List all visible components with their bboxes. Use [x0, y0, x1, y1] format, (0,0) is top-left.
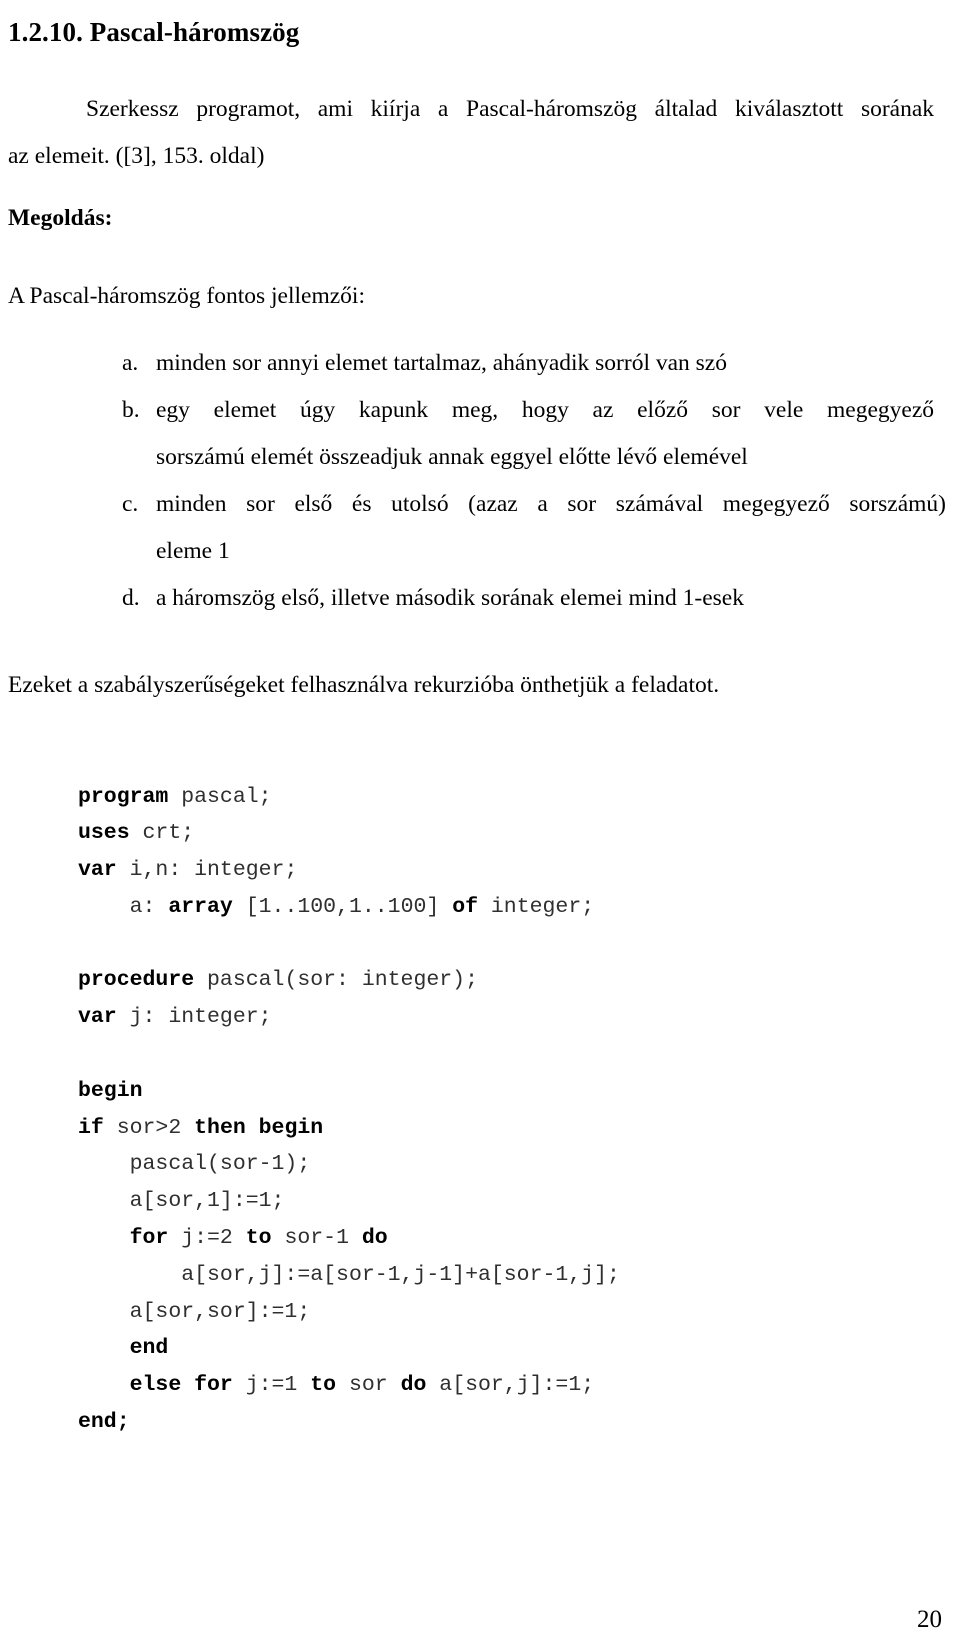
list-item-text: minden sor annyi elemet tartalmaz, ahány…	[156, 340, 950, 387]
code-keyword: do	[400, 1373, 427, 1398]
code-keyword: for	[129, 1226, 169, 1251]
code-keyword: begin	[78, 1078, 143, 1103]
code-keyword: to	[310, 1373, 337, 1398]
code-keyword: procedure	[78, 968, 195, 993]
list-item-line: egy elemet úgy kapunk meg, hogy az előző…	[156, 397, 934, 423]
code-identifier: pascal(sor: integer);	[194, 968, 478, 993]
code-keyword: program	[78, 784, 169, 809]
code-keyword: then begin	[194, 1115, 324, 1140]
code-identifier: j: integer;	[116, 1005, 272, 1030]
list-lead-in: A Pascal-háromszög fontos jellemzői:	[8, 283, 365, 309]
list-item-text: egy elemet úgy kapunk meg, hogy az előző…	[156, 387, 950, 481]
code-line: a[sor,1]:=1;	[78, 1183, 620, 1220]
list-item-line: eleme 1	[156, 538, 230, 564]
list-item-line: minden sor annyi elemet tartalmaz, ahány…	[156, 350, 727, 376]
code-identifier: a[sor,j]:=1;	[426, 1373, 595, 1398]
code-identifier: sor-1	[271, 1226, 362, 1251]
list-item-line: minden sor első és utolsó (azaz a sor sz…	[156, 491, 946, 517]
code-line: a[sor,j]:=a[sor-1,j-1]+a[sor-1,j];	[78, 1257, 620, 1294]
code-line: end;	[78, 1404, 620, 1441]
code-keyword: else for	[129, 1373, 233, 1398]
list-item: a. minden sor annyi elemet tartalmaz, ahá…	[0, 340, 950, 387]
code-line: var i,n: integer;	[78, 852, 620, 889]
code-identifier: integer;	[478, 894, 595, 919]
code-identifier: j:=1	[232, 1373, 311, 1398]
intro-line-1: Szerkessz programot, ami kiírja a Pascal…	[86, 95, 935, 122]
code-identifier: pascal(sor-1);	[129, 1152, 311, 1177]
code-keyword: end;	[78, 1410, 130, 1435]
code-identifier: a[sor,sor]:=1;	[129, 1299, 311, 1324]
code-line: var j: integer;	[78, 999, 620, 1036]
page-number: 20	[917, 1606, 942, 1633]
code-identifier: a[sor,1]:=1;	[129, 1189, 285, 1214]
code-line: program pascal;	[78, 779, 620, 816]
list-item-marker: c.	[122, 491, 139, 517]
code-keyword: to	[245, 1226, 272, 1251]
code-line: pascal(sor-1);	[78, 1146, 620, 1183]
code-line: procedure pascal(sor: integer);	[78, 962, 620, 999]
code-identifier: a[sor,j]:=a[sor-1,j-1]+a[sor-1,j];	[181, 1262, 620, 1287]
list-item-text: a háromszög első, illetve második sorána…	[156, 575, 950, 622]
list-item-marker: a.	[122, 350, 139, 376]
summary-sentence: Ezeket a szabályszerűségeket felhasználv…	[8, 672, 720, 698]
intro-line-2: az elemeit. ([3], 153. oldal)	[8, 142, 265, 169]
list-item: d. a háromszög első, illetve második sorá…	[0, 575, 950, 622]
code-identifier: j:=2	[168, 1226, 246, 1251]
list-item-line: a háromszög első, illetve második sorána…	[156, 585, 744, 611]
code-line: if sor>2 then begin	[78, 1110, 620, 1147]
code-line: end	[78, 1330, 620, 1367]
list-item-line: sorszámú elemét összeadjuk annak eggyel …	[156, 444, 748, 470]
code-identifier: a:	[129, 894, 169, 919]
code-keyword: var	[78, 1005, 117, 1030]
pascal-code-block: program pascal; uses crt; var i,n: integer…	[78, 779, 620, 1441]
code-identifier: sor	[336, 1373, 401, 1398]
list-item: b. egy elemet úgy kapunk meg, hogy az elő…	[0, 387, 950, 481]
code-keyword: if	[78, 1115, 104, 1140]
list-item-marker: b.	[122, 397, 140, 423]
code-line: a: array [1..100,1..100] of integer;	[78, 889, 620, 926]
code-line: a[sor,sor]:=1;	[78, 1294, 620, 1331]
intro-paragraph: Szerkessz programot, ami kiírja a Pascal…	[8, 86, 934, 180]
properties-list: a. minden sor annyi elemet tartalmaz, ahá…	[0, 340, 950, 622]
code-keyword: of	[452, 894, 478, 919]
code-line: else for j:=1 to sor do a[sor,j]:=1;	[78, 1367, 620, 1404]
code-identifier: sor>2	[103, 1115, 195, 1140]
list-item-text: minden sor első és utolsó (azaz a sor sz…	[156, 481, 950, 575]
code-identifier: i,n: integer;	[116, 858, 298, 883]
code-keyword: do	[361, 1226, 388, 1251]
code-identifier: pascal;	[168, 784, 272, 809]
code-line: for j:=2 to sor-1 do	[78, 1220, 620, 1257]
list-item: c. minden sor első és utolsó (azaz a sor …	[0, 481, 950, 575]
code-keyword: array	[168, 894, 233, 919]
solution-label: Megoldás:	[8, 205, 113, 231]
code-identifier: crt;	[129, 821, 195, 846]
code-line: begin	[78, 1073, 620, 1110]
code-keyword: end	[129, 1336, 169, 1361]
code-line: uses crt;	[78, 815, 620, 852]
document-page: 1.2.10. Pascal-háromszög Szerkessz progr…	[0, 0, 960, 1644]
code-keyword: var	[78, 858, 117, 883]
list-item-marker: d.	[122, 585, 140, 611]
page-title: 1.2.10. Pascal-háromszög	[8, 17, 300, 48]
code-identifier: [1..100,1..100]	[232, 894, 453, 919]
code-keyword: uses	[78, 821, 130, 846]
